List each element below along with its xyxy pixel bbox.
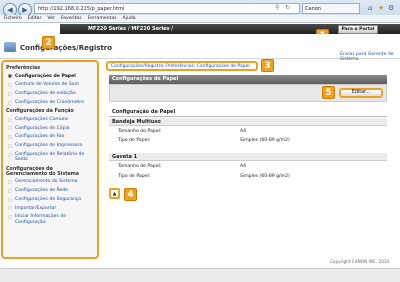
search-icon[interactable]: ⚲	[275, 4, 279, 11]
panel-title: Configurações de Papel	[109, 75, 387, 84]
callout-5: 5	[322, 86, 335, 99]
sidebar-item-network-settings[interactable]: Configurações de Rede	[3, 186, 97, 195]
menu-edit[interactable]: Editar	[28, 16, 42, 21]
portal-button[interactable]: Para o Portal	[338, 25, 378, 34]
sidebar-item-report-settings[interactable]: Configurações de Relatório de Saída	[3, 150, 97, 164]
home-icon[interactable]: ⌂	[368, 4, 372, 12]
menu-file[interactable]: Ficheiro	[4, 16, 22, 21]
paper-size-value: A4	[240, 129, 247, 134]
gear-icon[interactable]: ⚙	[388, 4, 394, 12]
status-bar	[0, 268, 400, 282]
browser-tab[interactable]: Canon	[302, 3, 360, 14]
address-text: http://192.168.0.215/p_paper.html	[38, 5, 125, 12]
sidebar: Preferências Configurações de Papel Cont…	[1, 60, 99, 259]
breadcrumb[interactable]: Configurações/Registro: Preferências: Co…	[106, 61, 258, 71]
group-title-multipurpose-tray: Bandeja Multiuso	[109, 118, 387, 126]
refresh-icon[interactable]: ↻	[285, 4, 290, 11]
banner-title: MF220 Series / MF220 Series /	[88, 26, 174, 32]
scroll-top-button[interactable]: ▲	[109, 188, 120, 199]
callout-3: 3	[261, 59, 274, 72]
callout-2: 2	[42, 36, 55, 49]
callout-4: 4	[124, 188, 137, 201]
edit-button[interactable]: Editar...	[339, 88, 383, 98]
paper-type-label: Tipo de Papel:	[118, 138, 151, 143]
sidebar-item-fax-settings[interactable]: Configurações de Fax	[3, 133, 97, 142]
sidebar-section-system-management: Configurações de Gerenciamento do Sistem…	[6, 166, 80, 177]
paper-type-label: Tipo de Papel:	[118, 174, 151, 179]
paper-size-label: Tamanho do Papel:	[118, 164, 162, 169]
paper-type-value: Simples (60-89 g/m2)	[240, 174, 290, 179]
menu-help[interactable]: Ajuda	[123, 16, 136, 21]
sidebar-item-security-settings[interactable]: Configurações de Segurança	[3, 195, 97, 204]
sidebar-item-initialize-settings[interactable]: Iniciar Informações de Configuração	[3, 213, 97, 227]
sidebar-item-common-settings[interactable]: Configurações Comuns	[3, 115, 97, 124]
paper-size-value: A4	[240, 164, 247, 169]
copyright: Copyright CANON INC. 2014	[330, 259, 390, 264]
star-icon[interactable]: ★	[378, 4, 384, 12]
menu-favorites[interactable]: Favoritos	[61, 16, 82, 21]
sidebar-item-system-management[interactable]: Gerenciamento do Sistema	[3, 178, 97, 187]
sidebar-item-copy-settings[interactable]: Configurações de Cópia	[3, 124, 97, 133]
arrow-up-icon: ▲	[112, 190, 117, 197]
sidebar-item-display-settings[interactable]: Configurações de exibição	[3, 90, 97, 99]
help-link[interactable]: Enviar para Gerente do Sistema	[340, 52, 400, 62]
tab-label: Canon	[305, 6, 321, 12]
group-title-drawer-1: Gaveta 1	[109, 153, 387, 161]
page-title: Configurações/Registro	[20, 44, 113, 52]
paper-type-value: Simples (60-89 g/m2)	[240, 138, 290, 143]
sidebar-section-preferences: Preferências	[6, 66, 41, 71]
menu-view[interactable]: Ver	[47, 16, 55, 21]
sidebar-section-function: Configurações da Função	[6, 109, 74, 115]
sidebar-item-sound-volume[interactable]: Controle de Volume de Som	[3, 81, 97, 90]
sidebar-item-import-export[interactable]: Importar/Exportar	[3, 204, 97, 213]
sidebar-item-printer-settings[interactable]: Configurações de Impressora	[3, 141, 97, 150]
sidebar-item-paper-settings[interactable]: Configurações de Papel	[3, 72, 97, 81]
address-bar[interactable]: http://192.168.0.215/p_paper.html ⚲ ↻	[34, 3, 300, 14]
menu-tools[interactable]: Ferramentas	[88, 16, 117, 21]
sidebar-item-timer-settings[interactable]: Configurações de Cronômetro	[3, 98, 97, 107]
settings-logo-icon	[4, 42, 16, 52]
config-title: Configuração de Papel	[109, 108, 387, 117]
paper-size-label: Tamanho do Papel:	[118, 129, 162, 134]
menu-bar: Ficheiro Editar Ver Favoritos Ferramenta…	[0, 15, 400, 23]
